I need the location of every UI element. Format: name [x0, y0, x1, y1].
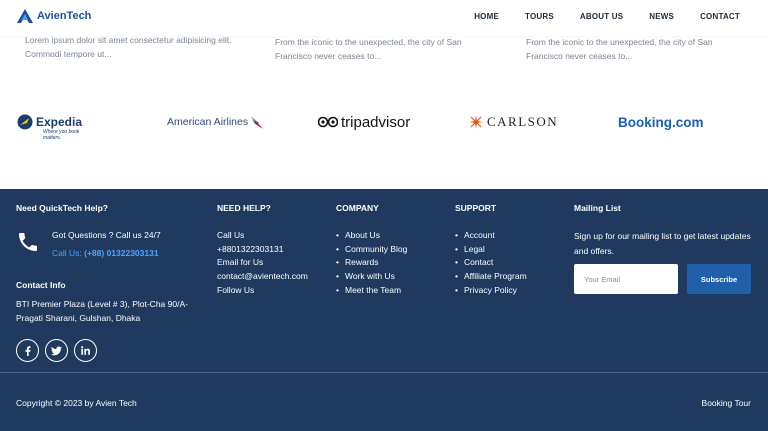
list-item[interactable]: +8801322303131 [217, 243, 308, 257]
booking-wordmark: Booking.com [618, 114, 704, 130]
mailing-description: Sign up for our mailing list to get late… [574, 231, 751, 256]
list-item[interactable]: Work with Us [336, 270, 407, 284]
list-item[interactable]: contact@avientech.com [217, 270, 308, 284]
tripadvisor-owl-icon [318, 116, 338, 128]
card-excerpt: From the iconic to the unexpected, the c… [275, 37, 462, 61]
carlson-logo: CARLSON [469, 104, 558, 140]
phone-icon [19, 233, 37, 251]
carlson-wordmark: CARLSON [487, 114, 559, 129]
logo-icon [17, 9, 33, 23]
list-item[interactable]: About Us [336, 229, 407, 243]
logo-text: AvienTech [37, 10, 92, 22]
tripadvisor-wordmark: tripadvisor [341, 113, 411, 131]
expedia-tagline: Where you book matters. [43, 129, 80, 141]
nav-home[interactable]: HOME [474, 12, 499, 21]
expedia-globe-icon [17, 114, 33, 130]
logo[interactable]: AvienTech [16, 8, 91, 24]
list-item[interactable]: Meet the Team [336, 284, 407, 298]
list-item[interactable]: Follow Us [217, 284, 308, 298]
partner-logos: Expedia Where you book matters. American… [0, 104, 768, 141]
expedia-logo: Expedia Where you book matters. [17, 104, 83, 141]
american-airlines-wordmark: American Airlines [167, 116, 249, 128]
help-heading: Need QuickTech Help? [16, 203, 108, 213]
list-item[interactable]: Rewards [336, 256, 407, 270]
list-item[interactable]: Privacy Policy [455, 284, 527, 298]
call-us-number[interactable]: (+88) 01322303131 [84, 248, 158, 258]
nav-tours[interactable]: TOURS [525, 12, 554, 21]
tripadvisor-logo: tripadvisor [318, 104, 410, 140]
american-airlines-eagle-icon [251, 116, 264, 129]
support-heading: SUPPORT [455, 203, 497, 213]
card-excerpt: Lorem ipsum dolor sit amet consectetur a… [25, 35, 232, 59]
facebook-icon[interactable] [16, 339, 39, 362]
booking-logo: Booking.com [618, 104, 704, 140]
list-item[interactable]: Email for Us [217, 256, 308, 270]
nav-contact[interactable]: CONTACT [700, 12, 740, 21]
social-links [16, 339, 97, 362]
subscribe-button[interactable]: Subscribe [687, 264, 751, 294]
address-text: BTI Premier Plaza (Level # 3), Plot-Cha … [16, 299, 188, 323]
footer-divider [0, 372, 768, 373]
site-header: AvienTech HOME TOURS ABOUT US NEWS CONTA… [0, 0, 768, 36]
contact-info-heading: Contact Info [16, 280, 66, 290]
list-item[interactable]: Legal [455, 243, 527, 257]
list-item[interactable]: Account [455, 229, 527, 243]
company-heading: COMPANY [336, 203, 379, 213]
carlson-star-icon [469, 115, 483, 129]
list-item[interactable]: Call Us [217, 229, 308, 243]
need-help-list: Call Us +8801322303131 Email for Us cont… [217, 229, 308, 298]
twitter-icon[interactable] [45, 339, 68, 362]
card-excerpt: From the iconic to the unexpected, the c… [526, 37, 713, 61]
company-links: About Us Community Blog Rewards Work wit… [336, 229, 407, 298]
support-links: Account Legal Contact Affiliate Program … [455, 229, 527, 298]
nav-news[interactable]: NEWS [649, 12, 674, 21]
copyright-text: Copyright © 2023 by Avien Tech [16, 398, 137, 408]
booking-tour-link[interactable]: Booking Tour [702, 398, 751, 408]
mailing-heading: Mailing List [574, 203, 621, 213]
call-us-line: Call Us: (+88) 01322303131 [52, 248, 159, 258]
nav-about-us[interactable]: ABOUT US [580, 12, 623, 21]
linkedin-icon[interactable] [74, 339, 97, 362]
main-nav: HOME TOURS ABOUT US NEWS CONTACT [474, 12, 740, 21]
list-item[interactable]: Contact [455, 256, 527, 270]
need-help-heading: NEED HELP? [217, 203, 271, 213]
call-us-label: Call Us: [52, 248, 85, 258]
american-airlines-logo: American Airlines [167, 104, 264, 140]
list-item[interactable]: Affiliate Program [455, 270, 527, 284]
got-questions-text: Got Questions ? Call us 24/7 [52, 230, 161, 240]
email-input[interactable] [574, 264, 678, 294]
site-footer: Need QuickTech Help? NEED HELP? COMPANY … [0, 189, 768, 431]
list-item[interactable]: Community Blog [336, 243, 407, 257]
expedia-wordmark: Expedia [36, 115, 83, 129]
